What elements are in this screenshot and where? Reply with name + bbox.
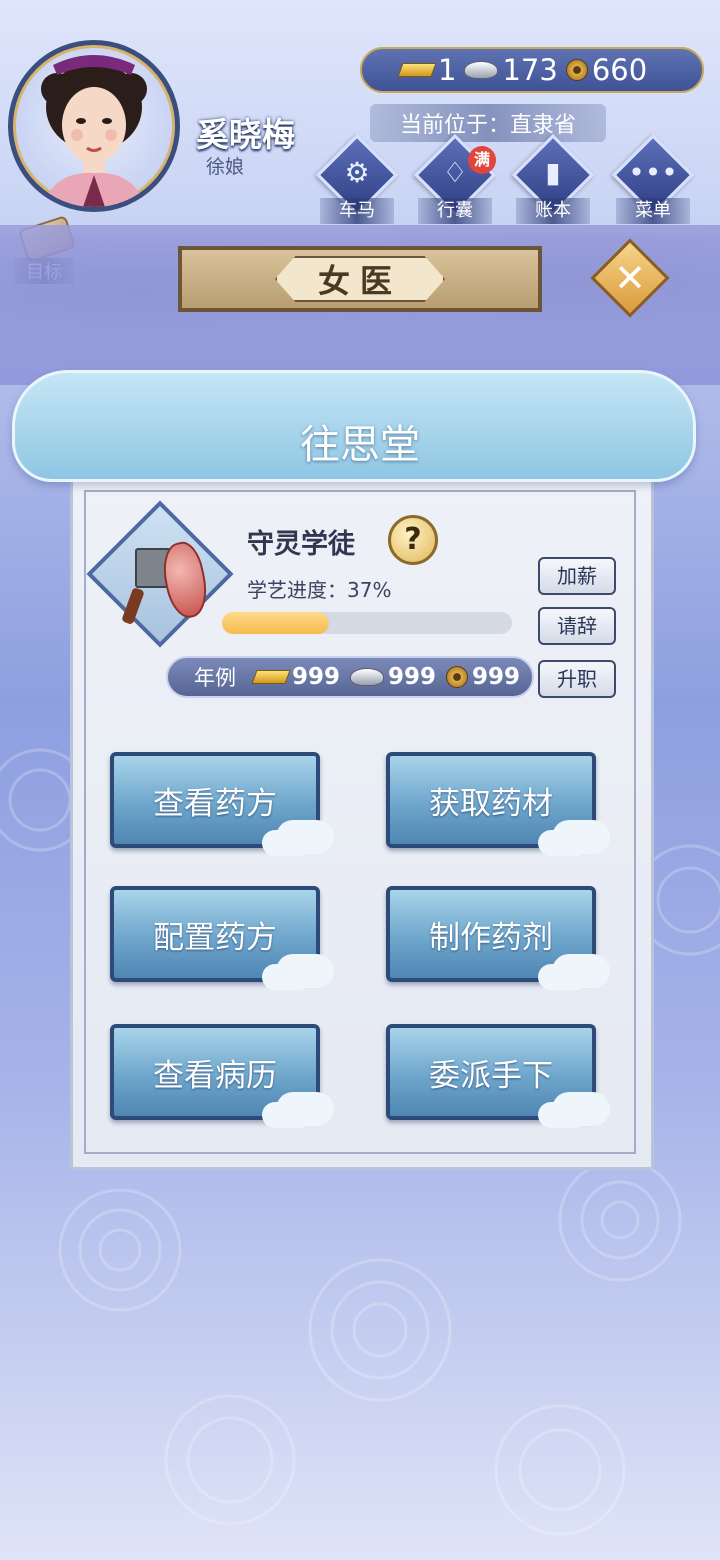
- progress-label: 学艺进度：37%: [247, 578, 392, 602]
- get-herbs-label: 获取药材: [429, 785, 553, 822]
- promote-button[interactable]: 升职: [538, 660, 616, 698]
- raise-salary-button[interactable]: 加薪: [538, 557, 616, 595]
- salary-gold: 999: [292, 664, 341, 690]
- menu-button-ledger[interactable]: ▮ 账本: [511, 133, 595, 224]
- menu-label-ledger: 账本: [516, 198, 590, 224]
- menu-button-carriage[interactable]: ⚙ 车马: [315, 133, 399, 224]
- mix-recipe-button[interactable]: 配置药方: [110, 886, 334, 988]
- profession-title: 女医: [275, 256, 445, 302]
- player-title: 徐娘: [206, 156, 245, 178]
- menu-label-more: 菜单: [616, 198, 690, 224]
- menu-button-bag[interactable]: ♢ 满 行囊: [413, 133, 497, 224]
- carriage-icon: ⚙: [344, 156, 370, 189]
- hall-title: 往思堂: [300, 422, 420, 468]
- gold-ingot-icon: [251, 670, 291, 684]
- bag-full-badge: 满: [468, 146, 496, 174]
- menu-button-more[interactable]: ••• 菜单: [611, 133, 695, 224]
- silver-ingot-icon: [350, 668, 385, 686]
- view-recipes-button[interactable]: 查看药方: [110, 752, 334, 854]
- make-medicine-label: 制作药剂: [429, 919, 553, 956]
- gold-amount: 1: [438, 53, 457, 87]
- portrait-illustration: [41, 55, 147, 207]
- player-name: 奚晓梅: [196, 115, 295, 154]
- salary-label: 年例: [194, 666, 236, 690]
- get-herbs-button[interactable]: 获取药材: [386, 752, 610, 854]
- view-records-label: 查看病历: [153, 1057, 277, 1094]
- menu-label-bag: 行囊: [418, 198, 492, 224]
- silver-amount: 173: [502, 53, 558, 87]
- silver-ingot-icon: [464, 61, 499, 79]
- ledger-icon: ▮: [545, 156, 561, 189]
- copper-coin-icon: [565, 59, 588, 81]
- annual-salary: 年例 999 999 999: [166, 656, 534, 698]
- view-records-button[interactable]: 查看病历: [110, 1024, 334, 1126]
- make-medicine-button[interactable]: 制作药剂: [386, 886, 610, 988]
- coin-amount: 660: [591, 53, 648, 87]
- job-name: 守灵学徒: [247, 529, 355, 560]
- mix-recipe-label: 配置药方: [153, 919, 277, 956]
- copper-coin-icon: [446, 666, 469, 688]
- location-value: 直隶省: [510, 113, 577, 138]
- salary-coin: 999: [472, 664, 521, 690]
- more-icon: •••: [628, 156, 678, 189]
- dispatch-label: 委派手下: [429, 1057, 553, 1094]
- menu-label-carriage: 车马: [320, 198, 394, 224]
- player-avatar[interactable]: [8, 40, 180, 212]
- salary-silver: 999: [388, 664, 437, 690]
- profession-banner: 女医: [178, 246, 542, 312]
- resign-button[interactable]: 请辞: [538, 607, 616, 645]
- currency-bar: 1 173 660: [360, 47, 704, 93]
- view-recipes-label: 查看药方: [153, 785, 277, 822]
- close-icon: ✕: [614, 256, 646, 300]
- dispatch-button[interactable]: 委派手下: [386, 1024, 610, 1126]
- gold-ingot-icon: [397, 63, 437, 77]
- help-button[interactable]: ?: [388, 515, 438, 565]
- progress-fill: [222, 612, 330, 634]
- current-location: 当前位于： 直隶省: [370, 104, 606, 142]
